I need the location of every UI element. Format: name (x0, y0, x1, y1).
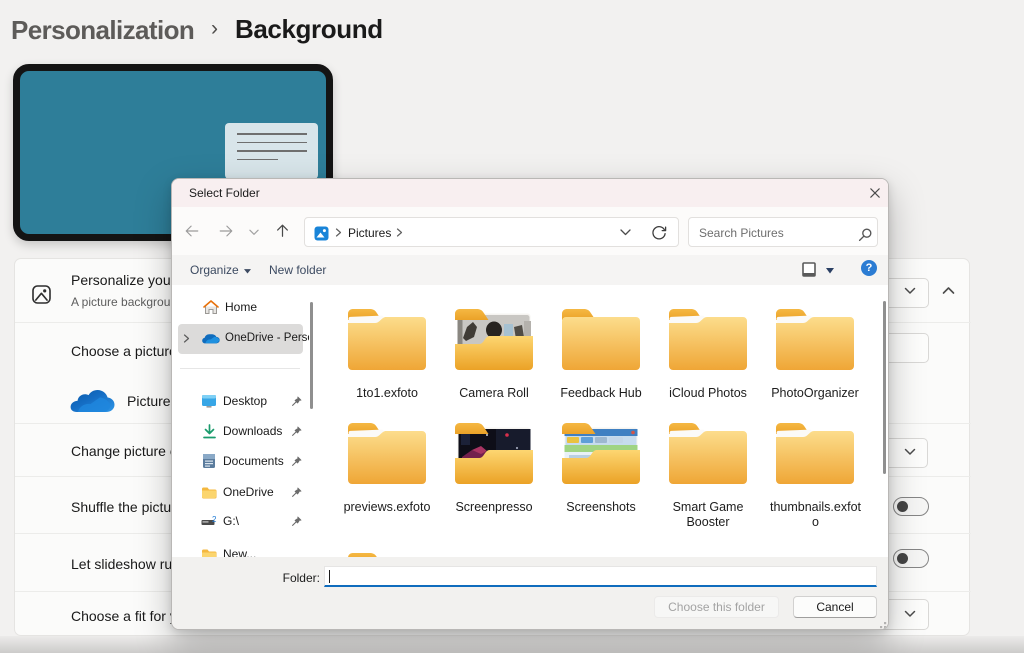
svg-text:2: 2 (212, 516, 217, 524)
